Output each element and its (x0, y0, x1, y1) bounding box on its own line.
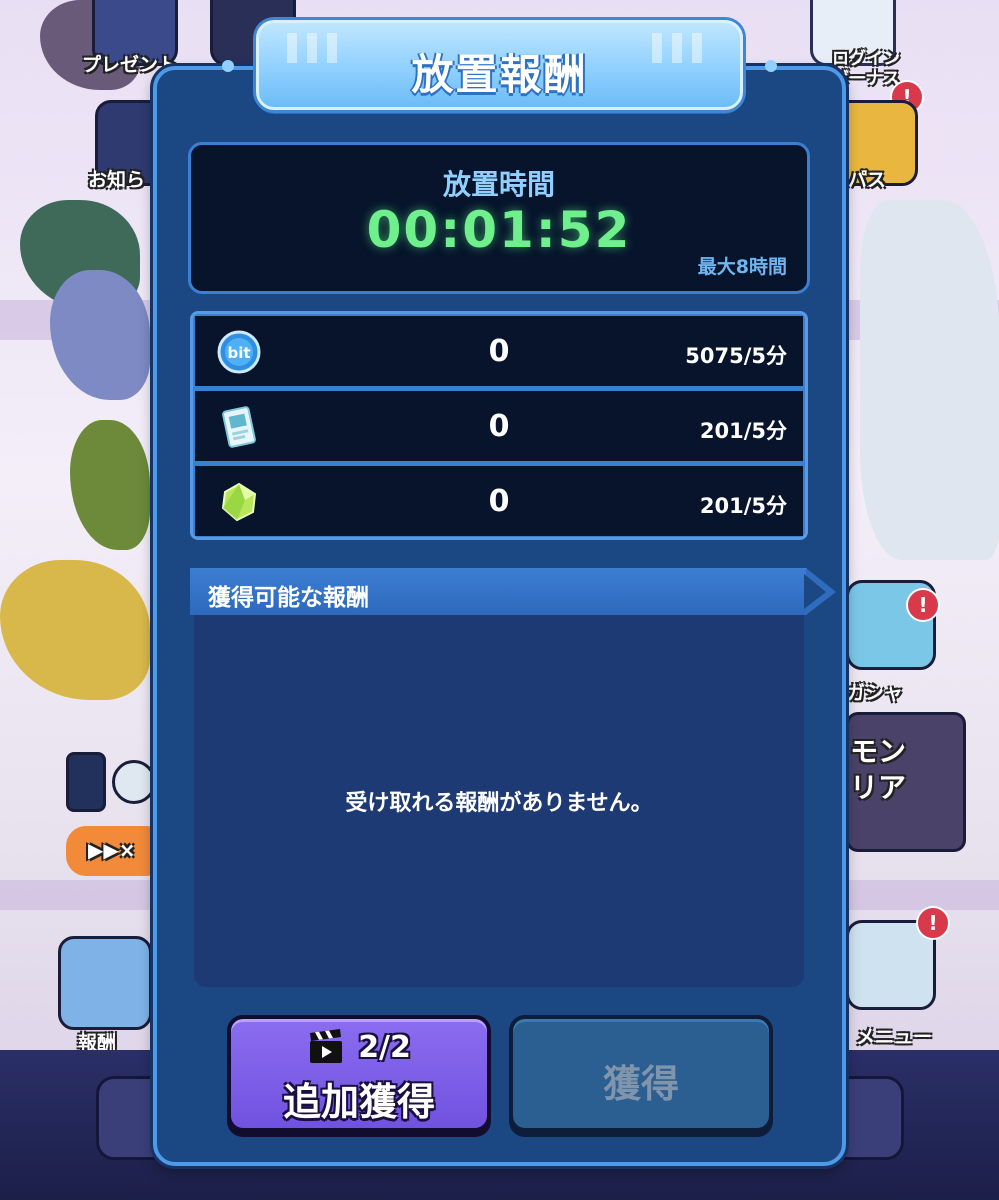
reward-rate: 5075/5分 (685, 344, 787, 368)
available-rewards-title: 獲得可能な報酬 (208, 585, 369, 611)
reward-box-icon[interactable] (58, 936, 152, 1030)
reward-rate: 201/5分 (699, 419, 787, 443)
idle-time-value: 00:01:52 (366, 201, 632, 259)
empty-rewards-message: 受け取れる報酬がありません。 (345, 791, 653, 816)
extra-gain-button[interactable]: 2/2 追加獲得 (227, 1015, 491, 1132)
idle-time-label: 放置時間 (442, 168, 555, 201)
chat-icon[interactable] (112, 760, 156, 804)
clapperboard-icon (310, 1029, 343, 1063)
speed-label: ▶▶× (88, 838, 136, 862)
available-rewards-panel: 受け取れる報酬がありません。 (194, 615, 804, 987)
bg-crystal-spire (860, 200, 999, 560)
speed-button[interactable]: ▶▶× (66, 826, 166, 876)
collapse-arrow-icon[interactable] (66, 752, 106, 812)
bg-character (0, 560, 150, 700)
bg-character (70, 420, 150, 550)
notice-label: お知ら (88, 169, 146, 191)
dialog-title: 放置報酬 (411, 50, 588, 99)
collect-label: 獲得 (602, 1062, 679, 1106)
reward-rate: 201/5分 (699, 494, 787, 518)
reward-row-bit: bit 0 5075/5分 (195, 316, 803, 386)
alert-badge: ! (916, 906, 950, 940)
available-rewards-header: 獲得可能な報酬 (190, 568, 807, 615)
banner-dot (765, 60, 777, 72)
menu-label: メニュー (856, 1026, 933, 1048)
monster-area-label-1: モン (850, 735, 907, 768)
collect-button[interactable]: 獲得 (509, 1015, 773, 1132)
extra-gain-label: 追加獲得 (282, 1080, 435, 1124)
monster-area-label-2: リア (850, 771, 907, 804)
reward-row-ticket: 0 201/5分 (195, 391, 803, 461)
bg-character (50, 270, 150, 400)
gacha-label: ガシャ (846, 682, 904, 704)
reward-list: bit 0 5075/5分 0 201/5分 0 201/5分 (190, 311, 808, 540)
extra-gain-count: 2/2 (358, 1029, 411, 1065)
reward-row-crystal: 0 201/5分 (195, 466, 803, 536)
pass-label: パス (848, 169, 887, 191)
header-arrow-shape-inner (804, 574, 826, 609)
extra-gain-count-line: 2/2 (231, 1029, 487, 1065)
alert-badge: ! (906, 588, 940, 622)
max-time-note: 最大8時間 (697, 256, 787, 278)
idle-timer-box: 放置時間 00:01:52 最大8時間 (188, 142, 810, 294)
dialog-title-banner: 放置報酬 (256, 20, 743, 110)
banner-dot (222, 60, 234, 72)
